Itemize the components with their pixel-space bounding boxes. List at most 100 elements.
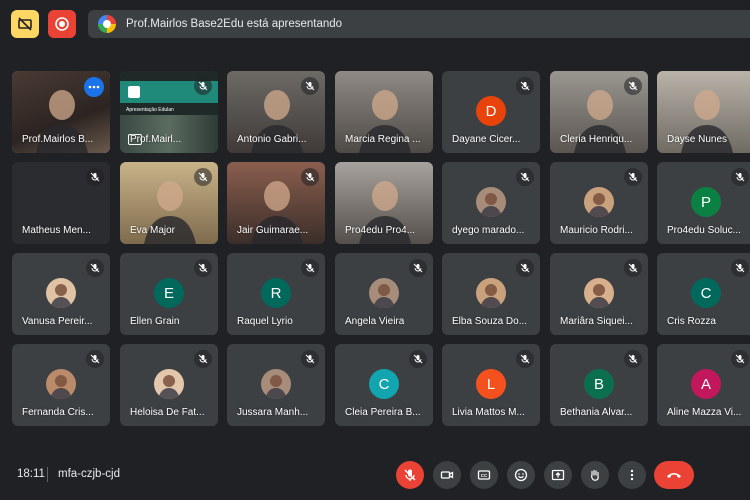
mic-muted-indicator [86,350,104,368]
participant-tile[interactable]: Jair Guimarae... [227,162,325,244]
participant-tile[interactable]: P Pro4edu Soluc... [657,162,750,244]
mic-off-icon [413,354,423,364]
mic-off-icon [90,263,100,273]
participant-name: Matheus Men... [22,225,91,236]
participant-tile[interactable]: Pro4edu Pro4... [335,162,433,244]
participant-tile[interactable]: C Cris Rozza [657,253,750,335]
participant-photo [476,278,506,308]
profile-photo-icon [588,193,610,217]
participant-name: Dayse Nunes [667,134,728,145]
raise-hand-icon [591,469,599,481]
mic-muted-indicator [86,259,104,277]
leave-call-button[interactable] [654,461,694,489]
participant-avatar: R [261,278,291,308]
mic-off-icon [198,172,208,182]
profile-photo-icon [373,284,395,308]
mic-off-icon [413,263,423,273]
mic-off-icon [520,81,530,91]
profile-photo-icon [158,375,180,399]
profile-photo-icon [480,284,502,308]
camera-toggle-button[interactable] [433,461,461,489]
participant-name: Pro4edu Pro4... [345,225,416,236]
mic-off-icon [305,81,315,91]
emoji-icon [514,468,528,482]
mic-off-icon [198,354,208,364]
participant-tile[interactable]: Vanusa Pereir... [12,253,110,335]
mic-off-icon [90,354,100,364]
participant-tile[interactable]: R Raquel Lyrio [227,253,325,335]
mic-muted-indicator [301,259,319,277]
mic-muted-indicator [624,259,642,277]
participant-tile[interactable]: Matheus Men... [12,162,110,244]
participant-photo [369,278,399,308]
no-presentation-icon [18,17,32,31]
participant-name: Eva Major [130,225,176,236]
participant-tile[interactable]: B Bethania Alvar... [550,344,648,426]
participant-tile[interactable]: dyego marado... [442,162,540,244]
participant-name: Antonio Gabri... [237,134,307,145]
participant-tile[interactable]: Heloisa De Fat... [120,344,218,426]
participant-tile[interactable]: Mauricio Rodri... [550,162,648,244]
mic-off-icon [198,81,208,91]
participant-tile[interactable]: Antonio Gabri... [227,71,325,153]
participant-tile[interactable]: L Livia Mattos M... [442,344,540,426]
present-now-button[interactable] [544,461,572,489]
participant-name: Cleria Henriqu... [560,134,633,145]
more-options-button[interactable] [618,461,646,489]
participant-tile[interactable]: Elba Souza Do... [442,253,540,335]
participant-tile[interactable]: E Ellen Grain [120,253,218,335]
participant-tile[interactable]: Mariâra Siquei... [550,253,648,335]
participant-photo [261,369,291,399]
mic-muted-indicator [731,168,749,186]
mic-off-icon [628,172,638,182]
mic-off-icon [404,469,416,481]
emoji-reactions-button[interactable] [507,461,535,489]
participant-photo [584,278,614,308]
mic-muted-indicator [516,77,534,95]
participant-avatar: C [369,369,399,399]
participant-tile[interactable]: Dayse Nunes [657,71,750,153]
participant-tile[interactable]: Fernanda Cris... [12,344,110,426]
mic-off-icon [198,263,208,273]
captions-button[interactable]: CC [470,461,498,489]
participant-photo [46,278,76,308]
raise-hand-button[interactable] [581,461,609,489]
participant-tile[interactable]: Prof.Mairlos B... [12,71,110,153]
participant-tile[interactable]: Angela Vieira [335,253,433,335]
profile-photo-icon [588,284,610,308]
tile-options-button[interactable] [84,77,104,97]
mic-off-icon [735,263,745,273]
profile-photo-icon [50,284,72,308]
participant-name: Cleia Pereira B... [345,407,421,418]
participant-photo [584,187,614,217]
slide-logo-icon [128,86,140,98]
participant-name: Raquel Lyrio [237,316,293,327]
participant-name: Heloisa De Fat... [130,407,205,418]
participant-photo [46,369,76,399]
participant-tile[interactable]: Apresentação Edulan Prof.Mairl... [120,71,218,153]
mic-muted-indicator [86,168,104,186]
profile-photo-icon [480,193,502,217]
mic-muted-indicator [194,350,212,368]
mic-muted-indicator [301,350,319,368]
participant-tile[interactable]: Marcia Regina ... [335,71,433,153]
stop-presenting-button[interactable] [48,10,76,38]
participant-name: Dayane Cicer... [452,134,521,145]
participant-name: Fernanda Cris... [22,407,94,418]
mic-muted-indicator [409,259,427,277]
participant-avatar: E [154,278,184,308]
mic-toggle-button[interactable] [396,461,424,489]
mic-off-icon [305,354,315,364]
hand-lowered-button[interactable] [11,10,39,38]
participant-tile[interactable]: Jussara Manh... [227,344,325,426]
participant-tile[interactable]: C Cleia Pereira B... [335,344,433,426]
presenting-banner: Prof.Mairlos Base2Edu está apresentando [88,10,750,38]
mic-muted-indicator [194,168,212,186]
top-bar: Prof.Mairlos Base2Edu está apresentando [0,0,750,48]
participant-tile[interactable]: Cleria Henriqu... [550,71,648,153]
participant-tile[interactable]: D Dayane Cicer... [442,71,540,153]
participant-tile[interactable]: A Aline Mazza Vi... [657,344,750,426]
participant-avatar: A [691,369,721,399]
participant-name: Bethania Alvar... [560,407,633,418]
participant-tile[interactable]: Eva Major [120,162,218,244]
